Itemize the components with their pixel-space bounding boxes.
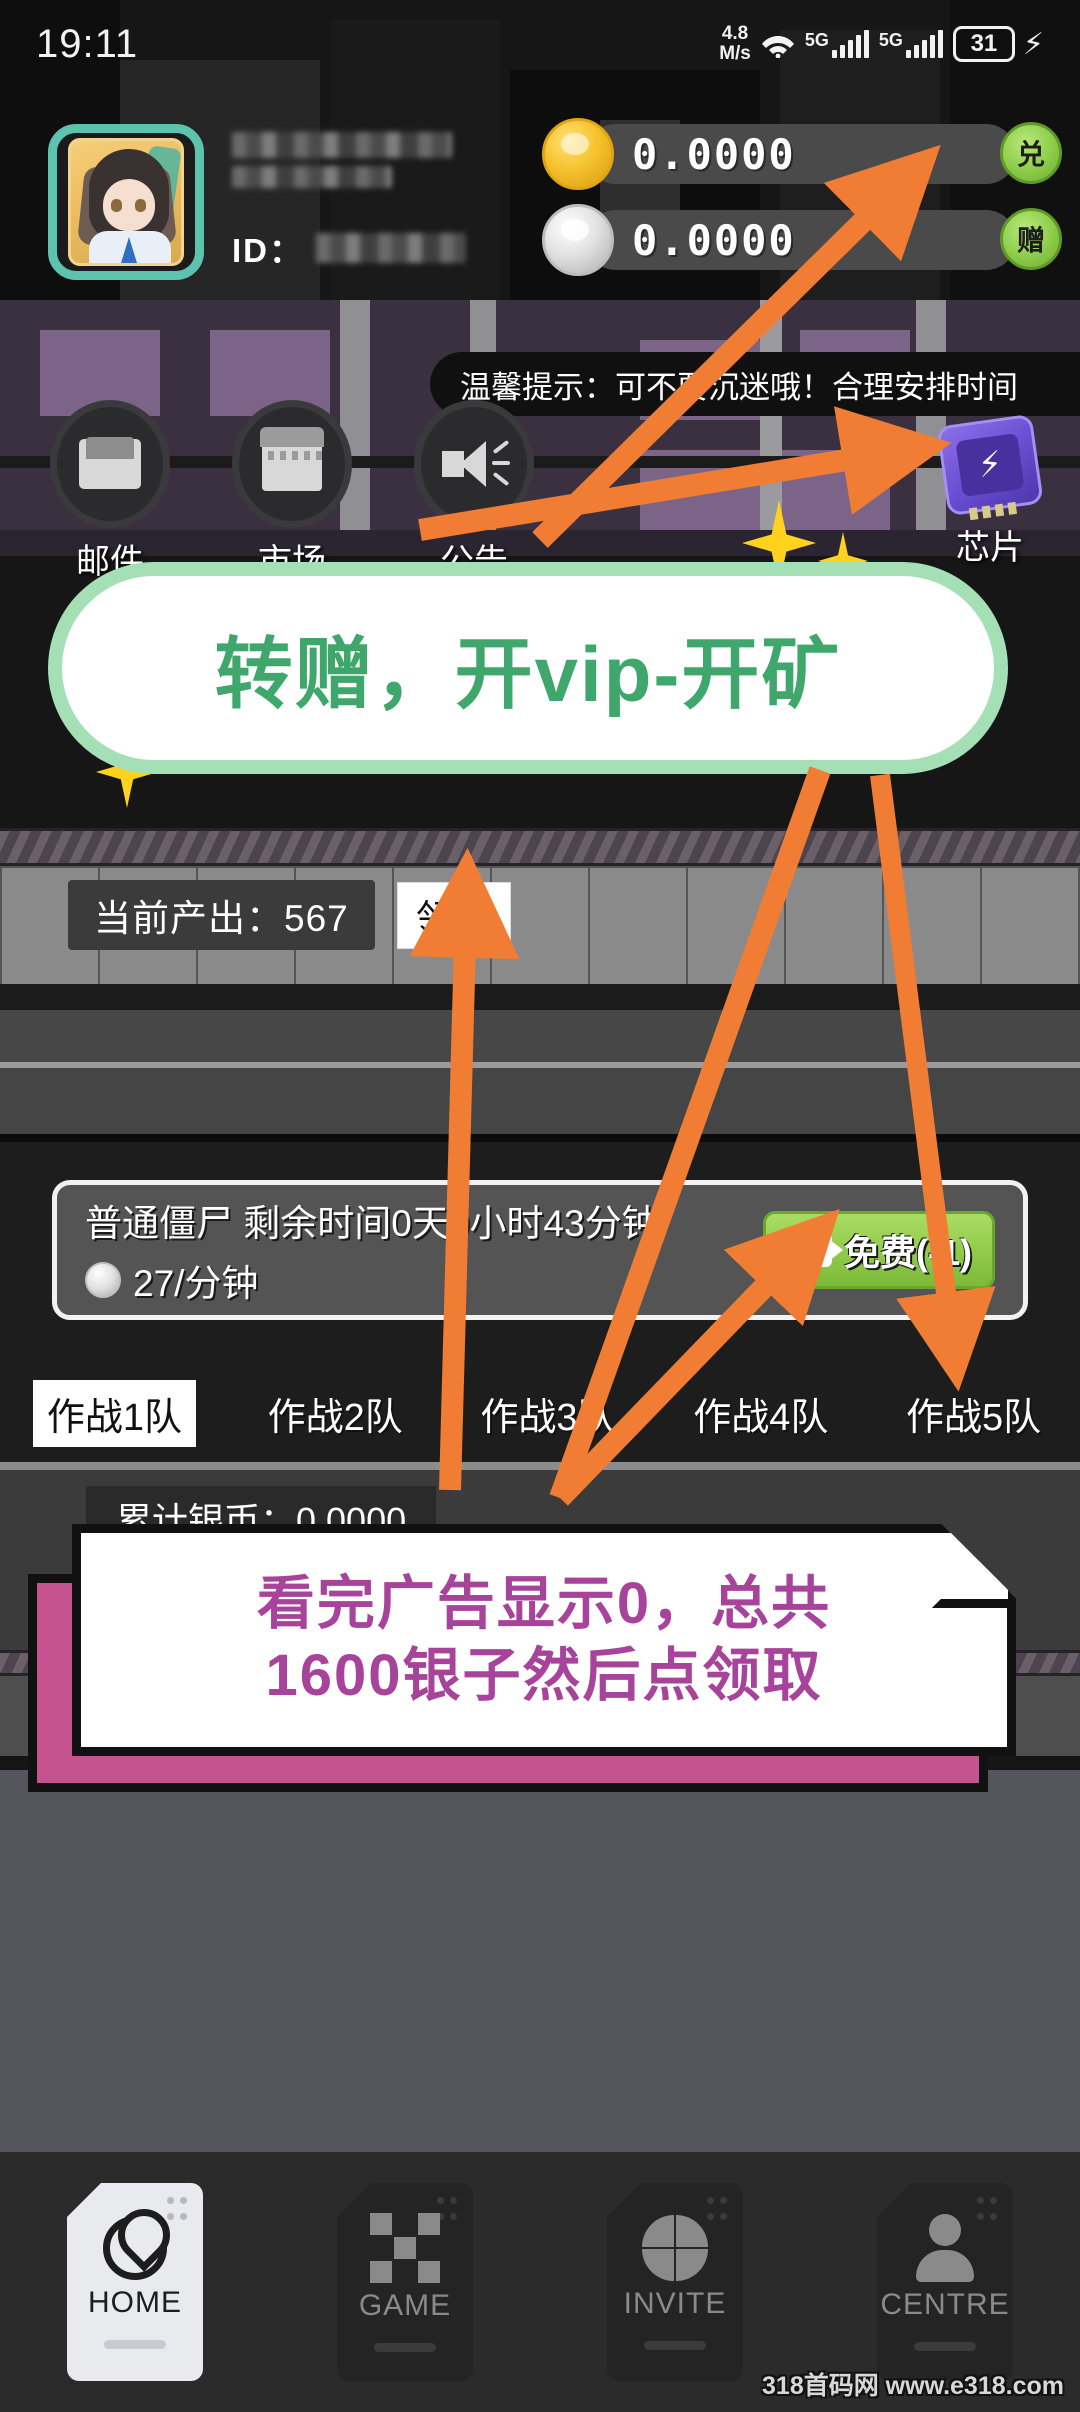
nav-item-home-label: HOME xyxy=(88,2285,182,2319)
quick-action-market[interactable]: 市场 xyxy=(222,400,362,583)
sim2-label: 5G xyxy=(878,30,903,50)
tab-team-3[interactable]: 作战3队 xyxy=(474,1382,621,1445)
video-ad-icon xyxy=(786,1233,843,1267)
annotation-green-note: 转赠，开vip-开矿 xyxy=(48,562,1008,774)
annotation-paper-line1: 看完广告显示0，总共 xyxy=(256,1570,832,1636)
tab-team-1[interactable]: 作战1队 xyxy=(32,1380,196,1447)
silver-coin-icon xyxy=(542,204,614,276)
player-header: ID： 0.0000 兑 0.0000 赠 xyxy=(0,96,1080,326)
quick-action-bar: 邮件 市场 公告 xyxy=(40,400,544,583)
watermark: 318首码网 www.e318.com xyxy=(762,2372,1064,2400)
chip-glyph: ⚡ xyxy=(955,432,1025,498)
nav-item-centre-label: CENTRE xyxy=(880,2287,1010,2321)
tab-team-4[interactable]: 作战4队 xyxy=(687,1382,834,1445)
player-id-masked xyxy=(316,233,466,263)
lightning-bolt-icon: ⚡ xyxy=(1022,27,1044,61)
nav-item-centre[interactable]: CENTRE xyxy=(877,2183,1013,2381)
player-id-row: ID： xyxy=(232,224,466,272)
zombie-rate-row: 27/分钟 xyxy=(85,1253,659,1307)
zombie-panel[interactable]: 普通僵尸 剩余时间0天0小时43分钟 27/分钟 免费(-1) xyxy=(52,1180,1028,1320)
silver-amount: 0.0000 xyxy=(632,215,796,265)
scene-divider-b xyxy=(0,1010,1080,1062)
shop-icon xyxy=(232,400,352,528)
silver-coin-icon xyxy=(85,1262,121,1298)
username-masked xyxy=(232,132,452,188)
zombie-title: 普通僵尸 剩余时间0天0小时43分钟 xyxy=(85,1203,659,1244)
currency-list: 0.0000 兑 0.0000 赠 xyxy=(542,118,1062,290)
free-ad-label: 免费(-1) xyxy=(844,1232,972,1273)
zombie-info: 普通僵尸 剩余时间0天0小时43分钟 27/分钟 xyxy=(85,1193,659,1307)
gold-amount: 0.0000 xyxy=(632,129,796,179)
invite-icon xyxy=(642,2214,708,2281)
production-row: 当前产出：567 领取 xyxy=(68,880,511,950)
network-speed: 4.8 M/s xyxy=(719,24,751,64)
status-bar: 19:11 4.8 M/s 5G 5G 31 ⚡ xyxy=(0,0,1080,88)
nav-item-game[interactable]: GAME xyxy=(337,2183,473,2381)
nav-item-game-label: GAME xyxy=(358,2288,452,2322)
annotation-paper-note: 看完广告显示0，总共 1600银子然后点领取 xyxy=(72,1524,1016,1756)
scene-divider-d xyxy=(0,1068,1080,1134)
wifi-icon xyxy=(761,36,794,58)
avatar[interactable] xyxy=(48,124,204,280)
exchange-button[interactable]: 兑 xyxy=(1000,122,1062,184)
claim-button[interactable]: 领取 xyxy=(396,881,511,949)
sim2-signal: 5G xyxy=(879,30,943,58)
gold-coin-icon xyxy=(542,118,614,190)
game-icon xyxy=(370,2212,440,2283)
scene-lower-bg xyxy=(0,1770,1080,2152)
network-speed-value: 4.8 xyxy=(721,23,749,44)
status-icons: 4.8 M/s 5G 5G 31 ⚡ xyxy=(719,24,1044,64)
currency-row-silver: 0.0000 赠 xyxy=(542,204,1062,276)
annotation-paper-line2: 1600银子然后点领取 xyxy=(265,1643,823,1708)
team-tabs: 作战1队 作战2队 作战3队 作战4队 作战5队 xyxy=(0,1380,1080,1447)
zombie-rate: 27/分钟 xyxy=(133,1263,259,1304)
home-icon xyxy=(103,2215,167,2280)
status-time: 19:11 xyxy=(36,21,139,66)
nav-item-invite-label: INVITE xyxy=(623,2286,727,2320)
sim1-bars xyxy=(831,30,869,58)
current-output-label: 当前产出：567 xyxy=(68,880,375,950)
battery-indicator: 31 xyxy=(952,26,1015,62)
currency-row-gold: 0.0000 兑 xyxy=(542,118,1062,190)
sim2-bars xyxy=(905,30,943,58)
nav-item-invite[interactable]: INVITE xyxy=(607,2183,743,2381)
tab-team-2[interactable]: 作战2队 xyxy=(262,1382,409,1445)
network-speed-unit: M/s xyxy=(719,43,751,64)
free-ad-button[interactable]: 免费(-1) xyxy=(763,1211,995,1289)
avatar-card-art xyxy=(68,138,184,266)
chip-label: 芯片 xyxy=(956,529,1024,567)
nav-item-home[interactable]: HOME xyxy=(67,2183,203,2381)
chip-entry[interactable]: ⚡ 芯片 xyxy=(936,413,1044,569)
mail-icon xyxy=(50,400,170,528)
scene-divider-f xyxy=(0,1462,1080,1470)
gift-button[interactable]: 赠 xyxy=(1000,208,1062,270)
scene-brick-band xyxy=(0,828,1080,866)
chip-icon: ⚡ xyxy=(936,413,1044,521)
person-icon xyxy=(914,2213,976,2282)
scene-divider-e xyxy=(0,1134,1080,1142)
player-id-label: ID： xyxy=(232,232,304,269)
app-screen: 19:11 4.8 M/s 5G 5G 31 ⚡ ID： 0.0000 兑 0.… xyxy=(0,0,1080,2412)
tab-team-5[interactable]: 作战5队 xyxy=(900,1382,1047,1445)
quick-action-announcement[interactable]: 公告 xyxy=(404,400,544,583)
sim1-label: 5G xyxy=(804,30,829,50)
quick-action-mail[interactable]: 邮件 xyxy=(40,400,180,583)
annotation-green-text: 转赠，开vip-开矿 xyxy=(214,630,842,718)
sim1-signal: 5G xyxy=(805,30,869,58)
speaker-icon xyxy=(414,400,534,528)
scene-divider-a xyxy=(0,984,1080,1010)
